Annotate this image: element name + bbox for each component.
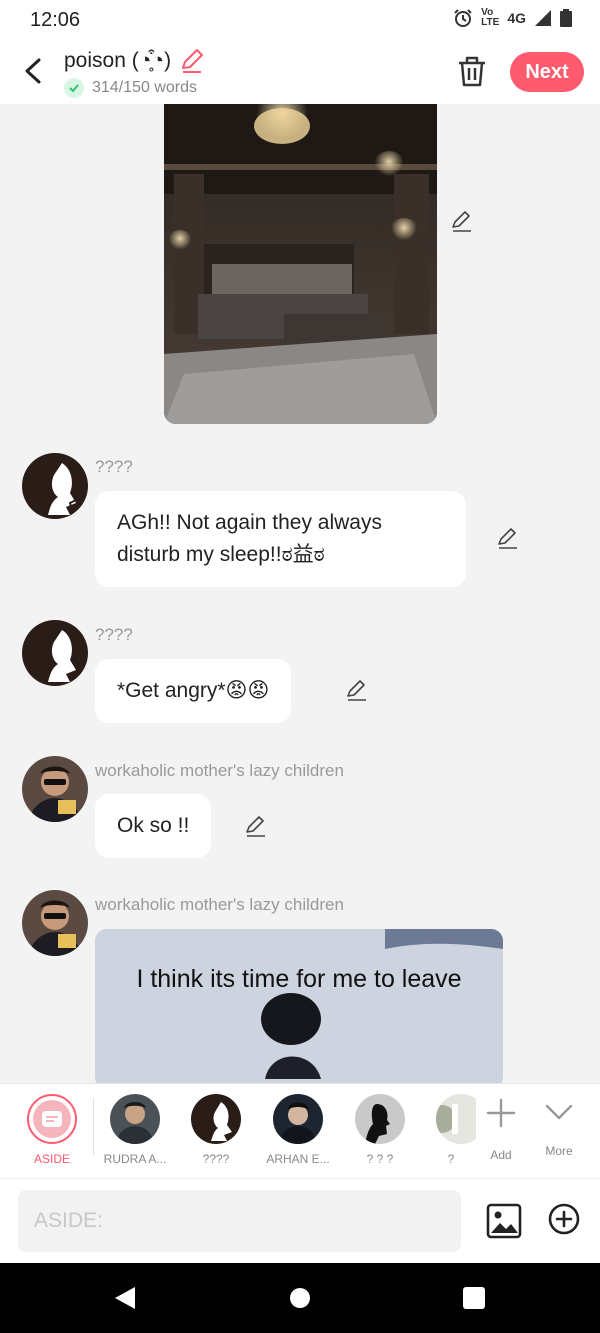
plus-icon [486, 1098, 516, 1128]
nav-home-icon[interactable] [290, 1288, 310, 1308]
back-arrow-icon[interactable] [22, 56, 44, 86]
check-icon [64, 78, 84, 98]
volte-indicator: Vo LTE [481, 8, 499, 28]
character-avatar [110, 1094, 160, 1144]
edit-title-icon[interactable] [179, 48, 205, 74]
character-name: ???? [95, 457, 133, 476]
character-avatar [355, 1094, 405, 1144]
status-time: 12:06 [30, 9, 81, 31]
edit-message-icon[interactable] [496, 526, 520, 550]
next-button[interactable]: Next [510, 52, 584, 92]
character-unknown[interactable]: ???? [190, 1094, 242, 1166]
trash-icon[interactable] [456, 54, 488, 88]
message-bubble[interactable]: AGh!! Not again they always disturb my s… [95, 491, 466, 587]
bedroom-image[interactable] [164, 104, 437, 424]
meme-caption: I think its time for me to leave [136, 965, 462, 993]
add-character-button[interactable]: Add [480, 1094, 522, 1162]
chevron-down-icon [545, 1104, 573, 1120]
story-title-text: poison (◔̥͒◔) [64, 49, 172, 72]
character-unknown-2[interactable]: ? ? ? [354, 1094, 406, 1166]
system-nav-bar [0, 1263, 600, 1333]
more-label: More [545, 1144, 573, 1158]
more-characters-button[interactable]: More [536, 1094, 582, 1158]
edit-message-icon[interactable] [244, 814, 268, 838]
character-label: ? ? ? [366, 1152, 394, 1166]
avatar[interactable] [22, 453, 88, 519]
word-count: 314/150 words [92, 79, 197, 96]
word-count-row: 314/150 words [64, 78, 197, 98]
chat-feed[interactable]: ???? AGh!! Not again they always disturb… [0, 104, 600, 1083]
add-label: Add [490, 1148, 512, 1162]
editor-header: poison (◔̥͒◔) 314/150 words Next [0, 40, 600, 104]
character-name: workaholic mother's lazy children [95, 761, 344, 780]
story-title[interactable]: poison (◔̥͒◔) [64, 48, 205, 74]
character-rudra[interactable]: RUDRA A... [100, 1094, 170, 1166]
avatar[interactable] [22, 890, 88, 956]
volte-bottom-label: LTE [481, 17, 500, 28]
character-name: ???? [95, 625, 133, 644]
character-label: ? [447, 1152, 455, 1166]
avatar[interactable] [22, 620, 88, 686]
character-avatar [191, 1094, 241, 1144]
message-bubble[interactable]: *Get angry*😡😡 [95, 659, 292, 723]
character-name: workaholic mother's lazy children [95, 895, 344, 914]
add-circle-icon[interactable] [548, 1203, 580, 1235]
battery-icon [560, 9, 572, 27]
character-avatar [436, 1094, 476, 1144]
character-avatar [273, 1094, 323, 1144]
nav-recents-icon[interactable] [463, 1287, 485, 1309]
character-label: ???? [202, 1152, 230, 1166]
aside-icon [33, 1100, 71, 1138]
avatar[interactable] [22, 756, 88, 822]
divider [93, 1098, 94, 1156]
image-icon[interactable] [486, 1203, 522, 1239]
character-selector: ASIDE RUDRA A... ???? ARHAN E... ? ? ? ?… [0, 1083, 600, 1178]
character-label: ARHAN E... [266, 1152, 330, 1166]
alarm-icon [454, 9, 472, 27]
status-icons: Vo LTE 4G [453, 8, 572, 28]
character-partial[interactable]: ? [426, 1094, 476, 1166]
status-bar: 12:06 Vo LTE 4G [0, 0, 600, 40]
network-type: 4G [507, 10, 526, 26]
character-label: ASIDE [33, 1152, 70, 1166]
input-bar [0, 1178, 600, 1263]
character-label: RUDRA A... [103, 1152, 167, 1166]
message-bubble[interactable]: Ok so !! [95, 794, 212, 858]
aside-input[interactable] [18, 1190, 461, 1252]
character-arhan[interactable]: ARHAN E... [262, 1094, 334, 1166]
edit-message-icon[interactable] [345, 678, 369, 702]
signal-icon [535, 10, 551, 26]
edit-image-icon[interactable] [450, 209, 474, 233]
nav-back-icon[interactable] [114, 1286, 136, 1310]
character-aside[interactable]: ASIDE [22, 1094, 82, 1166]
meme-image[interactable]: I think its time for me to leave [95, 929, 503, 1083]
